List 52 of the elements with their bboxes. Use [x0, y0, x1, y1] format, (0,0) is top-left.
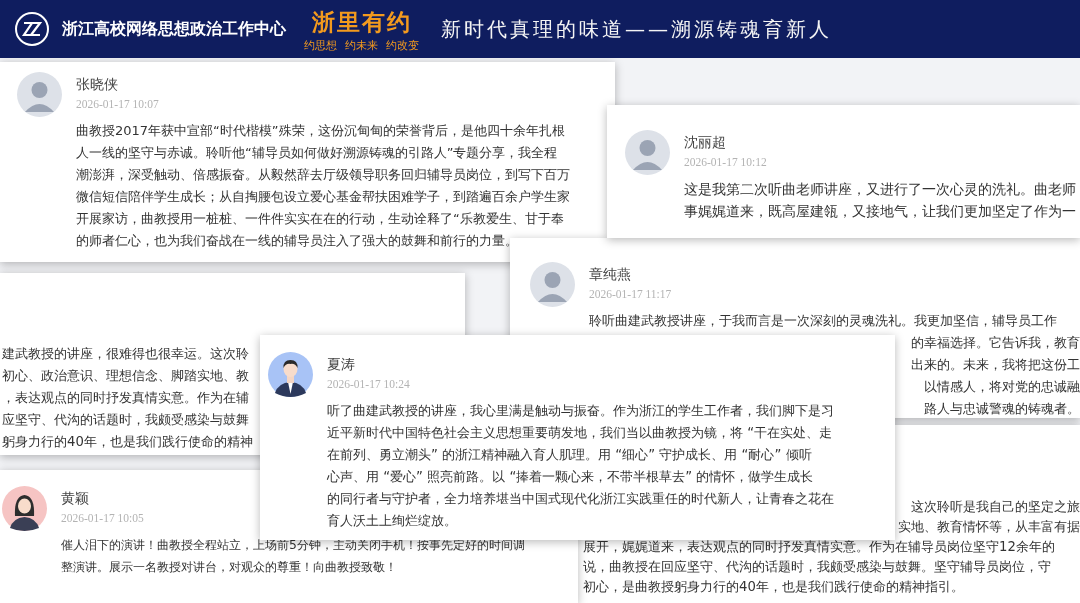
comment-text: 人一线的坚守与赤诚。聆听他“辅导员如何做好溯源铸魂的引路人”专题分享，我全程 — [76, 144, 558, 162]
comment-text: 躬身力行的40年，也是我们践行使命的精神 — [2, 433, 253, 451]
comment-text: 事娓娓道来，既高屋建瓴，又接地气，让我们更加坚定了作为一 — [684, 202, 1076, 221]
comment-text: 曲教授2017年获中宣部“时代楷模”殊荣，这份沉甸甸的荣誉背后，是他四十余年扎根 — [76, 122, 565, 140]
brand-tagline: 约思想 — [304, 38, 337, 52]
comment-text: 出来的。未来，我将把这份工 — [911, 356, 1080, 374]
comment-text: 的同行者与守护者，全力培养堪当中国式现代化浙江实践重任的时代新人，让青春之花在 — [327, 490, 834, 508]
comment-text: 初心、政治意识、理想信念、脚踏实地、教 — [2, 367, 249, 385]
comment-text: 这是我第二次听曲老师讲座，又进行了一次心灵的洗礼。曲老师 — [684, 180, 1076, 199]
avatar-placeholder — [17, 72, 62, 117]
commenter-name: 章纯燕 — [589, 266, 631, 284]
comment-text: 育人沃土上绚烂绽放。 — [327, 512, 457, 530]
comment-text: 聆听曲建武教授讲座，于我而言是一次深刻的灵魂洗礼。我更加坚信，辅导员工作 — [589, 312, 1057, 330]
comment-date: 2026-01-17 11:17 — [589, 288, 672, 300]
comment-date: 2026-01-17 10:12 — [684, 156, 767, 168]
comment-text: 实地、教育情怀等，从丰富有据 — [898, 518, 1080, 536]
commenter-name: 张晓侠 — [76, 76, 118, 94]
brand-name: 浙里有约 — [311, 7, 412, 37]
comment-text: 初心，是曲教授躬身力行的40年，也是我们践行使命的精神指引。 — [583, 578, 964, 596]
comment-text: 路人与忠诚警魂的铸魂者。 — [924, 400, 1080, 418]
comment-text: 近平新时代中国特色社会主义思想重要萌发地，我们当以曲教授为镜，将 “干在实处、走 — [327, 424, 833, 442]
comment-text: 整演讲。展示一名教授对讲台，对观众的尊重！向曲教授致敬！ — [61, 558, 397, 576]
comment-text: 展开，娓娓道来，表达观点的同时抒发真情实意。作为在辅导员岗位坚守12余年的 — [583, 538, 1055, 556]
commenter-name: 黄颖 — [61, 490, 89, 508]
comment-text: 听了曲建武教授的讲座，我心里满是触动与振奋。作为浙江的学生工作者，我们脚下是习 — [327, 402, 834, 420]
comment-text: 潮澎湃，深受触动、倍感振奋。从毅然辞去厅级领导职务回归辅导员岗位，到写下百万 — [76, 166, 570, 184]
site-title: 浙江高校网络思想政治工作中心 — [62, 18, 286, 40]
commenter-name: 沈丽超 — [684, 134, 726, 152]
brand-tagline: 约改变 — [386, 38, 419, 52]
logo-icon — [14, 11, 50, 47]
brand-tagline: 约未来 — [345, 38, 378, 52]
commenter-name: 夏涛 — [327, 356, 355, 374]
comment-text: 的幸福选择。它告诉我，教育 — [911, 334, 1080, 352]
comment-text: 开展家访，曲教授用一桩桩、一件件实实在在的行动，生动诠释了“乐教爱生、甘于奉 — [76, 210, 564, 228]
comment-text: ，表达观点的同时抒发真情实意。作为在辅 — [2, 389, 249, 407]
man-avatar-icon — [268, 352, 313, 397]
comment-text: 这次聆听是我自己的坚定之旅 — [911, 498, 1080, 516]
comment-date: 2026-01-17 10:24 — [327, 378, 410, 390]
woman-avatar-icon — [2, 486, 47, 531]
comment-text: 说，曲教授在回应坚守、代沟的话题时，我颇受感染与鼓舞。坚守辅导员岗位，守 — [583, 558, 1051, 576]
avatar-placeholder — [625, 130, 670, 175]
slogan: 新时代真理的味道——溯源铸魂育新人 — [441, 15, 832, 43]
avatar-placeholder — [530, 262, 575, 307]
comment-date: 2026-01-17 10:05 — [61, 512, 144, 524]
comment-text: 应坚守、代沟的话题时，我颇受感染与鼓舞 — [2, 411, 249, 429]
comment-text: 以情感人，将对党的忠诚融 — [924, 378, 1080, 396]
comment-date: 2026-01-17 10:07 — [76, 98, 159, 110]
comment-text: 在前列、勇立潮头” 的浙江精神融入育人肌理。用 “细心” 守护成长、用 “耐心” 倾听 — [327, 446, 812, 464]
comment-text: 心声、用 “爱心” 照亮前路。以 “捧着一颗心来，不带半根草去” 的情怀，做学生成长 — [327, 468, 814, 486]
comment-text: 微信短信陪伴学生成长；从自掏腰包设立爱心基金帮扶困难学子，到踏遍百余户学生家 — [76, 188, 570, 206]
comment-text: 建武教授的讲座，很难得也很幸运。这次聆 — [2, 345, 249, 363]
comment-text: 的师者仁心，也为我们奋战在一线的辅导员注入了强大的鼓舞和前行的力量。 — [76, 232, 518, 250]
